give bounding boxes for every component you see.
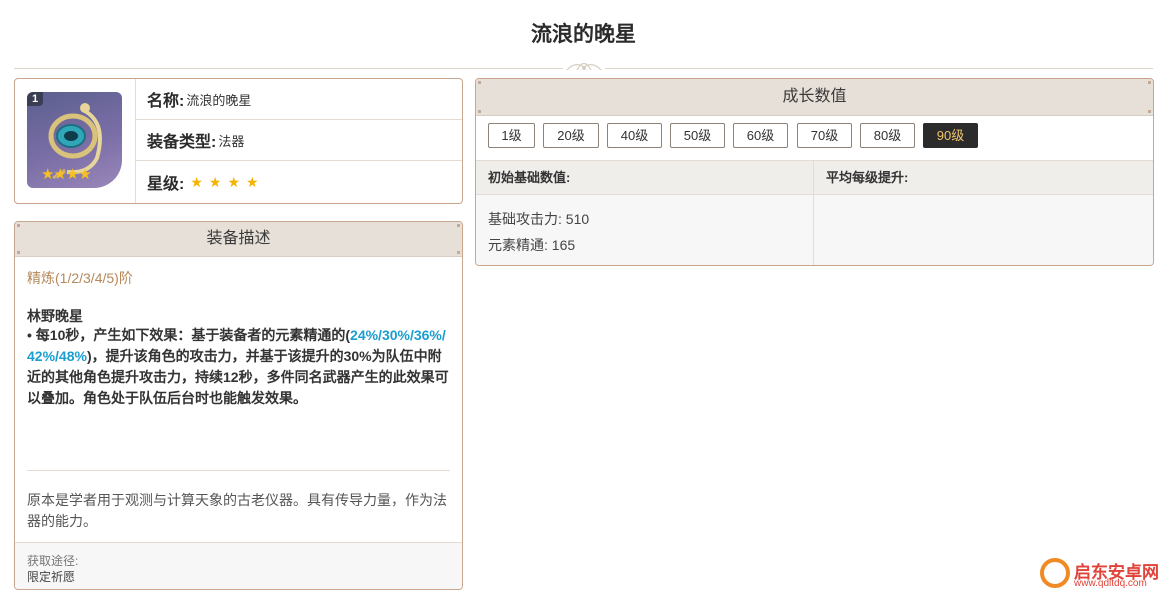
base-stats-header: 初始基础数值: bbox=[476, 161, 813, 195]
description-card: 装备描述 精炼(1/2/3/4/5)阶 林野晚星 • 每10秒，产生如下效果：基… bbox=[14, 221, 463, 590]
lore-text: 原本是学者用于观测与计算天象的古老仪器。具有传导力量，作为法器的能力。 bbox=[27, 492, 447, 529]
name-label: 名称: bbox=[147, 93, 185, 110]
skill-text-part1: • 每10秒，产生如下效果：基于装备者的元素精通的( bbox=[27, 327, 351, 343]
rarity-label: 星级: bbox=[147, 176, 185, 193]
avg-growth-cell bbox=[814, 195, 1153, 265]
column-divider bbox=[813, 161, 814, 265]
weapon-info-card: 1 ★★★★ 名称: 流浪的晚星 装备类型: 法器 星级: ★★★★ bbox=[14, 78, 463, 204]
growth-title: 成长数值 bbox=[782, 88, 847, 105]
skill-text-part2: )，提升该角色的攻击力，并基于该提升的30%为队伍中附近的其他角色提升攻击力，持… bbox=[27, 348, 449, 406]
weapon-thumbnail-cell: 1 ★★★★ bbox=[15, 79, 136, 203]
source-value: 限定祈愿 bbox=[27, 570, 76, 584]
refine-label: 精炼(1/2/3/4/5)阶 bbox=[27, 270, 133, 286]
avg-growth-header: 平均每级提升: bbox=[814, 161, 1153, 195]
thumbnail-stars: ★★★★ bbox=[41, 166, 92, 183]
base-stats-cell: 基础攻击力: 510 元素精通: 165 bbox=[476, 195, 813, 265]
description-header: 装备描述 bbox=[15, 222, 462, 257]
level-button-1[interactable]: 1级 bbox=[488, 123, 535, 148]
rarity-stars: ★★★★ bbox=[190, 173, 265, 190]
refine-badge: 1 bbox=[27, 92, 43, 106]
level-button-90[interactable]: 90级 bbox=[923, 123, 978, 148]
skill-name: 林野晚星 bbox=[27, 308, 83, 324]
level-button-50[interactable]: 50级 bbox=[670, 123, 725, 148]
description-title: 装备描述 bbox=[206, 230, 271, 247]
type-label: 装备类型: bbox=[147, 134, 217, 151]
level-button-80[interactable]: 80级 bbox=[860, 123, 915, 148]
level-button-20[interactable]: 20级 bbox=[543, 123, 599, 148]
type-value: 法器 bbox=[218, 133, 245, 149]
info-row-name: 名称: 流浪的晚星 bbox=[136, 79, 462, 120]
weapon-thumbnail: 1 ★★★★ bbox=[27, 92, 122, 188]
base-attack-stat: 基础攻击力: 510 bbox=[488, 211, 590, 227]
level-button-60[interactable]: 60级 bbox=[733, 123, 788, 148]
level-button-40[interactable]: 40级 bbox=[607, 123, 662, 148]
elemental-mastery-stat: 元素精通: 165 bbox=[488, 237, 576, 253]
site-watermark: 启东安卓网 www.qdltdq.com bbox=[1040, 556, 1164, 592]
info-row-rarity: 星级: ★★★★ bbox=[136, 161, 462, 203]
info-row-type: 装备类型: 法器 bbox=[136, 120, 462, 161]
watermark-url: www.qdltdq.com bbox=[1074, 578, 1147, 589]
description-divider bbox=[27, 470, 450, 471]
skill-description: • 每10秒，产生如下效果：基于装备者的元素精通的(24%/30%/36%/42… bbox=[27, 325, 453, 409]
level-button-70[interactable]: 70级 bbox=[797, 123, 852, 148]
growth-card: 成长数值 1级 20级 40级 50级 60级 70级 80级 90级 初始基础… bbox=[475, 78, 1154, 266]
source-box: 获取途径: 限定祈愿 bbox=[15, 542, 462, 589]
page-title: 流浪的晚星 bbox=[531, 23, 636, 46]
growth-header: 成长数值 bbox=[476, 79, 1153, 116]
ornament-icon bbox=[563, 62, 605, 71]
name-value: 流浪的晚星 bbox=[186, 92, 252, 108]
watermark-logo-icon bbox=[1040, 558, 1070, 588]
level-selector: 1级 20级 40级 50级 60级 70级 80级 90级 bbox=[476, 115, 1153, 161]
source-label: 获取途径: bbox=[27, 554, 79, 568]
